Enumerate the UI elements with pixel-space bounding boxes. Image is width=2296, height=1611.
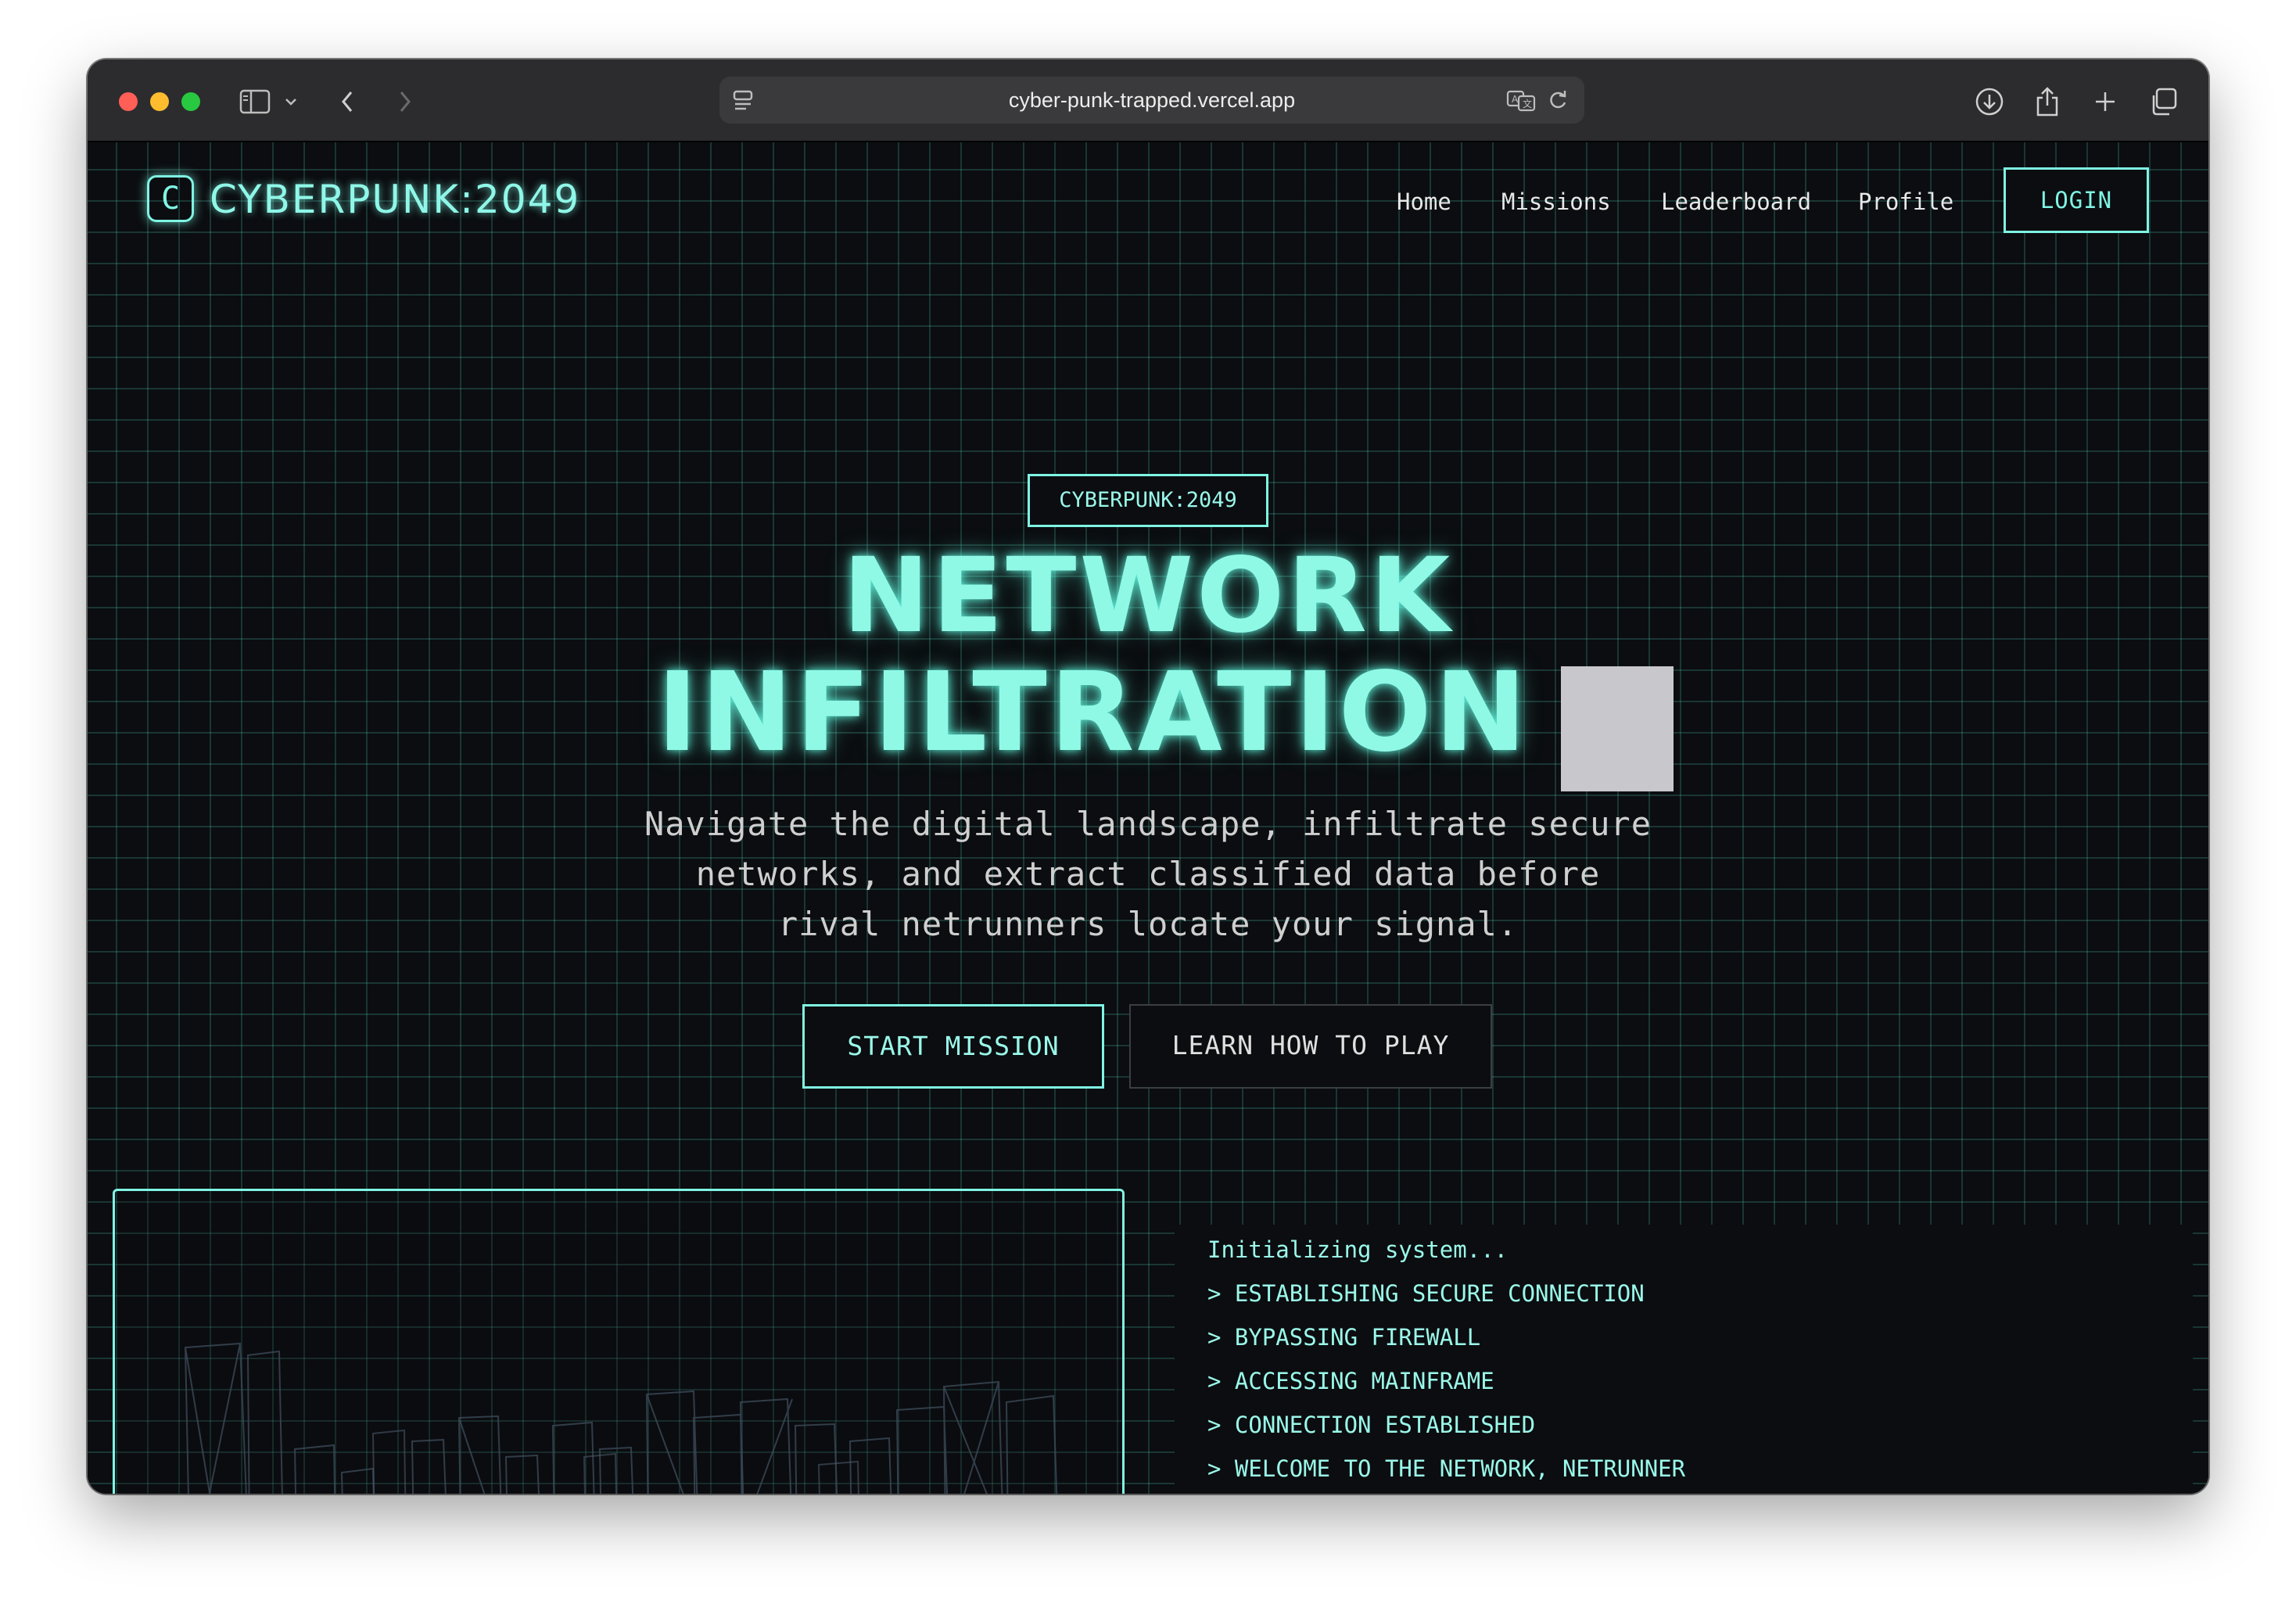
forward-arrow-icon[interactable]: [393, 83, 418, 120]
address-bar[interactable]: cyber-punk-trapped.vercel.app A文: [719, 77, 1584, 124]
hero-title-line-1: NETWORK: [842, 536, 1454, 656]
back-arrow-icon[interactable]: [335, 83, 360, 120]
terminal-line: Initializing system...: [1207, 1236, 1509, 1263]
reload-icon[interactable]: [1542, 81, 1573, 119]
browser-titlebar: cyber-punk-trapped.vercel.app A文: [88, 59, 2208, 142]
terminal-line: > BYPASSING FIREWALL: [1207, 1324, 1481, 1351]
new-tab-icon[interactable]: [2086, 83, 2124, 120]
start-mission-button[interactable]: START MISSION: [802, 1004, 1104, 1089]
city-visual-panel: [113, 1189, 1125, 1494]
nav-leaderboard[interactable]: Leaderboard: [1661, 178, 1811, 225]
terminal-line: > CONNECTION ESTABLISHED: [1207, 1412, 1536, 1438]
svg-text:A: A: [1512, 94, 1519, 105]
close-window-button[interactable]: [119, 92, 138, 111]
sidebar-icon[interactable]: [238, 83, 272, 120]
terminal-line: > ESTABLISHING SECURE CONNECTION: [1207, 1280, 1645, 1307]
url-text: cyber-punk-trapped.vercel.app: [1008, 88, 1296, 112]
nav-missions[interactable]: Missions: [1501, 178, 1611, 225]
hero-title-line-2-text: INFILTRATION: [657, 649, 1530, 777]
fullscreen-window-button[interactable]: [181, 92, 200, 111]
tab-overview-icon[interactable]: [2144, 83, 2182, 120]
downloads-icon[interactable]: [1971, 83, 2008, 120]
nav-profile[interactable]: Profile: [1858, 178, 1953, 225]
hero-subtitle: Navigate the digital landscape, infiltra…: [644, 805, 1652, 943]
learn-how-to-play-button[interactable]: LEARN HOW TO PLAY: [1129, 1004, 1492, 1089]
chevron-down-icon[interactable]: [282, 83, 300, 120]
browser-window: cyber-punk-trapped.vercel.app A文 C CYBER…: [88, 59, 2208, 1494]
terminal-output-panel: Initializing system... > ESTABLISHING SE…: [1175, 1225, 2193, 1494]
login-button[interactable]: LOGIN: [2004, 167, 2149, 233]
page-viewport: C CYBERPUNK:2049 Home Missions Leaderboa…: [88, 142, 2208, 1494]
typing-cursor: [1561, 666, 1674, 791]
translate-icon[interactable]: A文: [1505, 81, 1539, 119]
nav-home[interactable]: Home: [1397, 178, 1451, 225]
hero-title-line-2: INFILTRATION: [88, 651, 2208, 776]
share-icon[interactable]: [2029, 83, 2066, 120]
wireframe-city-skyline: [184, 1342, 1058, 1494]
terminal-line: > WELCOME TO THE NETWORK, NETRUNNER: [1207, 1455, 1686, 1482]
hero-badge: CYBERPUNK:2049: [1028, 474, 1268, 527]
terminal-line: > ACCESSING MAINFRAME: [1207, 1368, 1494, 1394]
svg-text:文: 文: [1523, 98, 1532, 109]
logo-icon[interactable]: C: [147, 175, 194, 222]
minimize-window-button[interactable]: [150, 92, 169, 111]
site-logo-text[interactable]: CYBERPUNK:2049: [210, 172, 580, 227]
